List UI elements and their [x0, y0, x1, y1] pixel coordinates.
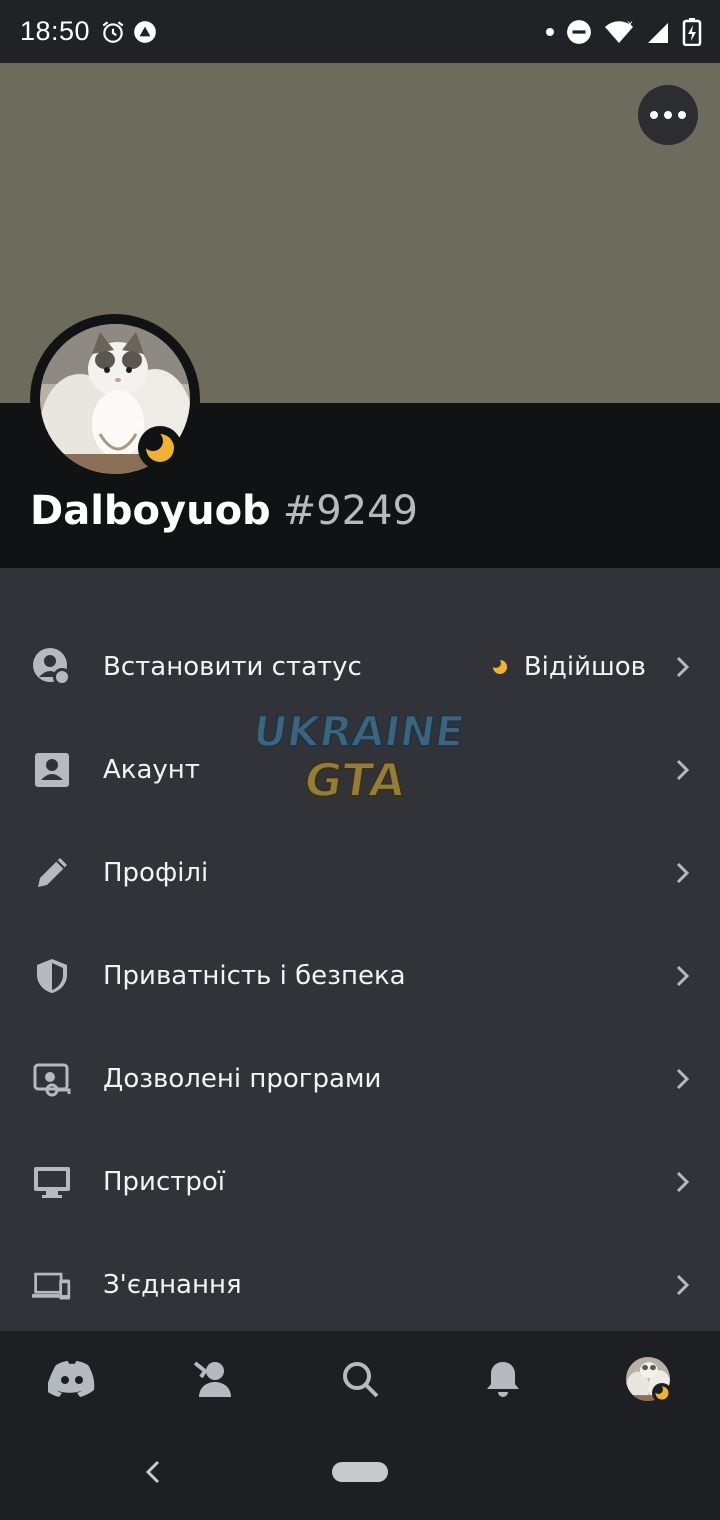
- friends-icon: [193, 1361, 231, 1397]
- settings-item-label: Встановити статус: [103, 651, 362, 682]
- dot-icon: [546, 27, 554, 36]
- nav-notifications[interactable]: [477, 1353, 529, 1405]
- connections-icon: [32, 1265, 72, 1305]
- settings-item-label: Дозволені програми: [103, 1063, 382, 1094]
- more-dot-icon: [650, 111, 658, 119]
- username-row: Dalboyuob #9249: [30, 488, 418, 534]
- chevron-right-icon: [676, 1274, 690, 1295]
- settings-item-label: Профілі: [103, 857, 209, 888]
- status-bar: 18:50 x: [0, 0, 720, 63]
- discord-home-icon: [48, 1361, 95, 1397]
- app-icon: [134, 20, 156, 43]
- nav-idle-status-badge: [652, 1383, 672, 1403]
- settings-item-authorized-apps[interactable]: Дозволені програми: [0, 1027, 720, 1130]
- wifi-icon: x: [605, 19, 633, 43]
- discriminator: #9249: [282, 488, 418, 534]
- chevron-right-icon: [676, 1068, 690, 1089]
- nav-home[interactable]: [46, 1353, 98, 1405]
- chevron-right-icon: [676, 759, 690, 780]
- more-options-button[interactable]: [638, 85, 698, 145]
- moon-idle-icon: [655, 1386, 669, 1400]
- monitor-icon: [32, 1162, 72, 1202]
- nav-friends[interactable]: [187, 1353, 239, 1405]
- idle-status-badge: [138, 426, 182, 470]
- nav-search[interactable]: [334, 1353, 386, 1405]
- svg-text:UKRAINE: UKRAINE: [258, 707, 467, 756]
- pencil-icon: [32, 853, 72, 893]
- chevron-right-icon: [676, 965, 690, 986]
- home-pill[interactable]: [332, 1462, 388, 1482]
- notifications-bell-icon: [487, 1362, 519, 1397]
- settings-item-label: Приватність і безпека: [103, 960, 406, 991]
- settings-list: Встановити статус Відійшов Акаунт Профіл…: [0, 568, 720, 1331]
- set-status-icon: [32, 647, 72, 687]
- settings-item-privacy-safety[interactable]: Приватність і безпека: [0, 924, 720, 1027]
- current-status: Відійшов: [491, 651, 646, 682]
- settings-item-label: Пристрої: [103, 1166, 226, 1197]
- settings-item-label: З'єднання: [103, 1269, 242, 1300]
- settings-item-devices[interactable]: Пристрої: [0, 1130, 720, 1233]
- chevron-right-icon: [676, 862, 690, 883]
- current-status-text: Відійшов: [523, 651, 646, 682]
- battery-charging-icon: [682, 17, 702, 46]
- do-not-disturb-icon: [567, 19, 591, 44]
- account-icon: [32, 750, 72, 790]
- watermark-logo: UKRAINE GTA: [258, 706, 468, 808]
- moon-idle-icon: [491, 658, 507, 674]
- shield-icon: [32, 956, 72, 996]
- svg-text:GTA: GTA: [301, 753, 409, 807]
- alarm-icon: [102, 20, 124, 43]
- signal-icon: [648, 22, 668, 43]
- bottom-nav: [0, 1331, 720, 1429]
- chevron-right-icon: [676, 1171, 690, 1192]
- status-time: 18:50: [20, 16, 91, 46]
- search-icon: [343, 1362, 379, 1398]
- username: Dalboyuob: [30, 488, 271, 534]
- settings-item-profiles[interactable]: Профілі: [0, 821, 720, 924]
- system-nav-bar: [0, 1429, 720, 1520]
- back-icon[interactable]: [140, 1457, 166, 1487]
- more-dot-icon: [678, 111, 686, 119]
- authorized-apps-icon: [32, 1059, 72, 1099]
- moon-idle-icon: [145, 433, 174, 462]
- more-dot-icon: [664, 111, 672, 119]
- chevron-right-icon: [676, 656, 690, 677]
- svg-text:x: x: [627, 19, 633, 30]
- settings-item-connections[interactable]: З'єднання: [0, 1233, 720, 1336]
- settings-item-label: Акаунт: [103, 754, 200, 785]
